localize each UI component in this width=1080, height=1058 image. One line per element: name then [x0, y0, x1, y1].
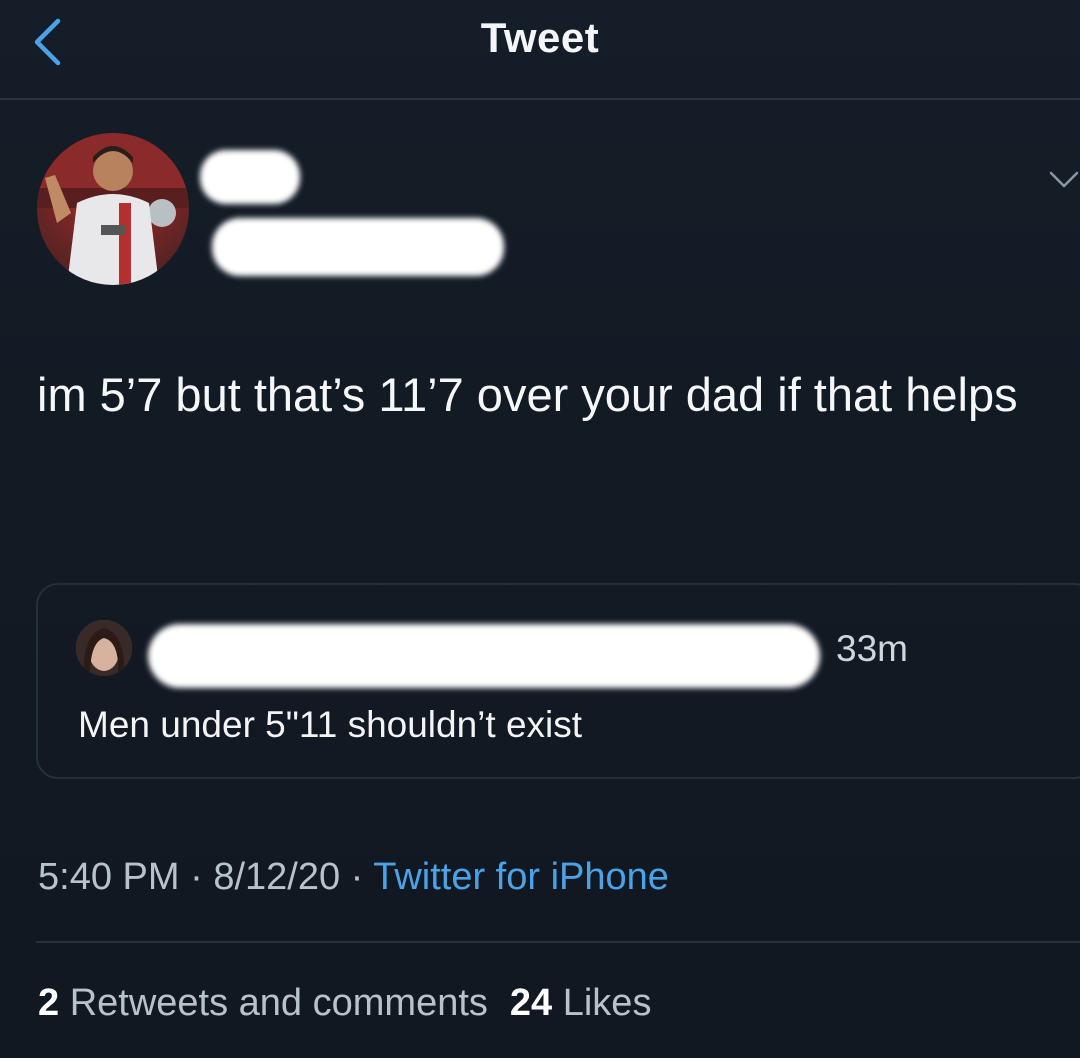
author-name-redaction	[200, 150, 300, 204]
meta-separator: ·	[190, 856, 203, 898]
quoted-author-redaction	[148, 624, 820, 688]
quoted-author-avatar[interactable]	[76, 620, 132, 676]
tweet-date: 8/12/20	[213, 856, 341, 898]
author-handle-redaction	[212, 218, 504, 276]
retweets-stat[interactable]: 2 Retweets and comments	[38, 982, 488, 1024]
page-title: Tweet	[480, 14, 600, 61]
tweet-text: im 5’7 but that’s 11’7 over your dad if …	[37, 368, 1018, 421]
tweet-menu-button[interactable]	[1048, 168, 1080, 192]
avatar-image	[76, 620, 132, 676]
divider	[36, 941, 1080, 943]
tweet-stats: 2 Retweets and comments 24 Likes	[38, 982, 651, 1025]
retweets-label: Retweets and comments	[69, 982, 488, 1024]
chevron-down-icon	[1049, 171, 1079, 188]
tweet-detail-screen: Tweet im 5’7 but that’s 11’7 over your d…	[0, 0, 1080, 1058]
tweet-meta: 5:40 PM · 8/12/20 · Twitter for iPhone	[38, 856, 669, 899]
likes-label: Likes	[562, 982, 652, 1024]
likes-count: 24	[509, 982, 553, 1024]
avatar-image	[37, 133, 189, 285]
retweets-count: 2	[38, 982, 60, 1024]
tweet-source-link[interactable]: Twitter for iPhone	[373, 856, 669, 898]
quoted-tweet-time: 33m	[836, 628, 908, 669]
top-bar: Tweet	[0, 0, 1080, 100]
meta-separator: ·	[350, 856, 364, 898]
author-avatar[interactable]	[37, 133, 189, 285]
likes-stat[interactable]: 24 Likes	[510, 982, 652, 1024]
tweet-time: 5:40 PM	[38, 856, 180, 898]
quoted-tweet-text: Men under 5"11 shouldn’t exist	[78, 704, 583, 745]
